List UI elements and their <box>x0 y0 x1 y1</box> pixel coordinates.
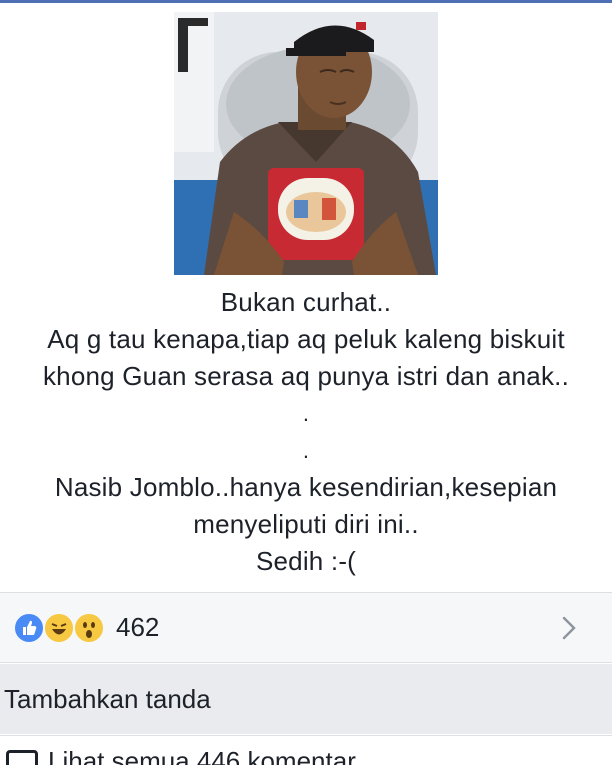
chevron-right-icon[interactable] <box>556 613 582 643</box>
post-photo[interactable] <box>174 12 438 275</box>
wow-icon <box>73 611 105 644</box>
like-icon <box>13 611 45 644</box>
caption-line: menyeliputi diri ini.. <box>193 509 419 539</box>
add-tag-button[interactable]: Tambahkan tanda <box>0 664 612 734</box>
post-caption: Bukan curhat.. Aq g tau kenapa,tiap aq p… <box>0 284 612 580</box>
caption-line: khong Guan serasa aq punya istri dan ana… <box>42 361 570 391</box>
top-border <box>0 0 612 3</box>
comment-icon <box>6 750 38 765</box>
reactions-summary[interactable]: 462 <box>0 592 612 663</box>
caption-line: Aq g tau kenapa,tiap aq peluk kaleng bis… <box>47 324 565 354</box>
view-comments-link[interactable]: Lihat semua 446 komentar <box>0 735 612 765</box>
view-comments-label: Lihat semua 446 komentar <box>48 746 356 765</box>
caption-line: Sedih :-( <box>255 546 357 576</box>
caption-line: Nasib Jomblo..hanya kesendirian,kesepian <box>54 472 558 502</box>
reaction-icons <box>13 611 107 644</box>
caption-line: Bukan curhat.. <box>220 287 392 317</box>
haha-icon <box>43 611 75 644</box>
add-tag-label: Tambahkan tanda <box>4 683 211 714</box>
reaction-count: 462 <box>116 612 160 642</box>
caption-line: . <box>302 401 310 426</box>
photo-illustration <box>174 12 438 275</box>
caption-line: . <box>302 438 310 463</box>
